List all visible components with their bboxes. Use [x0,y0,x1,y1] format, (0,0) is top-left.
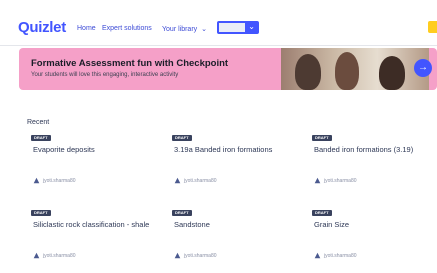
author-name: jyoti.sharma80 [324,178,357,184]
avatar-icon [33,252,40,259]
banner-title: Formative Assessment fun with Checkpoint [31,58,229,69]
study-set-card[interactable]: DRAFT Grain Size jyoti.sharma80 [312,210,437,270]
avatar-icon [314,177,321,184]
draft-badge: DRAFT [172,135,192,141]
top-navigation-bar: Quizlet Home Expert solutions Your libra… [0,0,437,46]
study-set-author[interactable]: jyoti.sharma80 [174,252,217,260]
avatar-icon [33,177,40,184]
draft-badge: DRAFT [312,135,332,141]
study-set-title: Evaporite deposits [33,145,95,154]
draft-badge: DRAFT [312,210,332,216]
arrow-right-icon: → [418,62,428,73]
avatar-icon [314,252,321,259]
quizlet-logo[interactable]: Quizlet [18,19,66,36]
study-set-author[interactable]: jyoti.sharma80 [314,177,357,185]
nav-home-link[interactable]: Home [77,25,96,32]
author-name: jyoti.sharma80 [43,178,76,184]
nav-your-library-menu[interactable]: Your library ⌄ [162,25,207,33]
study-set-card[interactable]: DRAFT Siliclastic rock classification - … [31,210,156,270]
banner-subtitle: Your students will love this engaging, i… [31,72,179,78]
study-set-title: 3.19a Banded iron formations [174,145,273,154]
your-library-label: Your library [162,26,198,33]
study-set-title: Grain Size [314,220,350,229]
promo-banner[interactable]: Formative Assessment fun with Checkpoint… [19,48,437,90]
banner-photo-person [379,56,405,90]
study-set-card[interactable]: DRAFT Banded iron formations (3.19) jyot… [312,135,437,195]
banner-photo-person [295,54,321,90]
banner-photo [281,48,429,90]
draft-badge: DRAFT [31,135,51,141]
avatar-icon [174,252,181,259]
study-set-card[interactable]: DRAFT Sandstone jyoti.sharma80 [172,210,297,270]
upgrade-button[interactable] [428,21,437,33]
author-name: jyoti.sharma80 [324,253,357,259]
author-name: jyoti.sharma80 [184,253,217,259]
study-set-title: Siliclastic rock classification - shale [33,220,150,229]
study-set-title: Sandstone [174,220,210,229]
study-set-card[interactable]: DRAFT Evaporite deposits jyoti.sharma80 [31,135,156,195]
study-set-author[interactable]: jyoti.sharma80 [33,252,76,260]
avatar-icon [174,177,181,184]
author-name: jyoti.sharma80 [43,253,76,259]
draft-badge: DRAFT [31,210,51,216]
chevron-down-icon: ⌄ [248,22,255,31]
banner-photo-person [335,52,359,90]
author-name: jyoti.sharma80 [184,178,217,184]
study-set-author[interactable]: jyoti.sharma80 [174,177,217,185]
study-set-author[interactable]: jyoti.sharma80 [314,252,357,260]
create-button[interactable]: ⌄ [217,21,259,34]
create-button-field [219,23,245,32]
study-set-author[interactable]: jyoti.sharma80 [33,177,76,185]
nav-expert-solutions-link[interactable]: Expert solutions [102,25,152,32]
study-set-title: Banded iron formations (3.19) [314,145,414,154]
chevron-down-icon: ⌄ [201,26,208,33]
recent-heading: Recent [27,119,50,126]
study-set-card[interactable]: DRAFT 3.19a Banded iron formations jyoti… [172,135,297,195]
banner-arrow-button[interactable]: → [414,59,432,77]
draft-badge: DRAFT [172,210,192,216]
